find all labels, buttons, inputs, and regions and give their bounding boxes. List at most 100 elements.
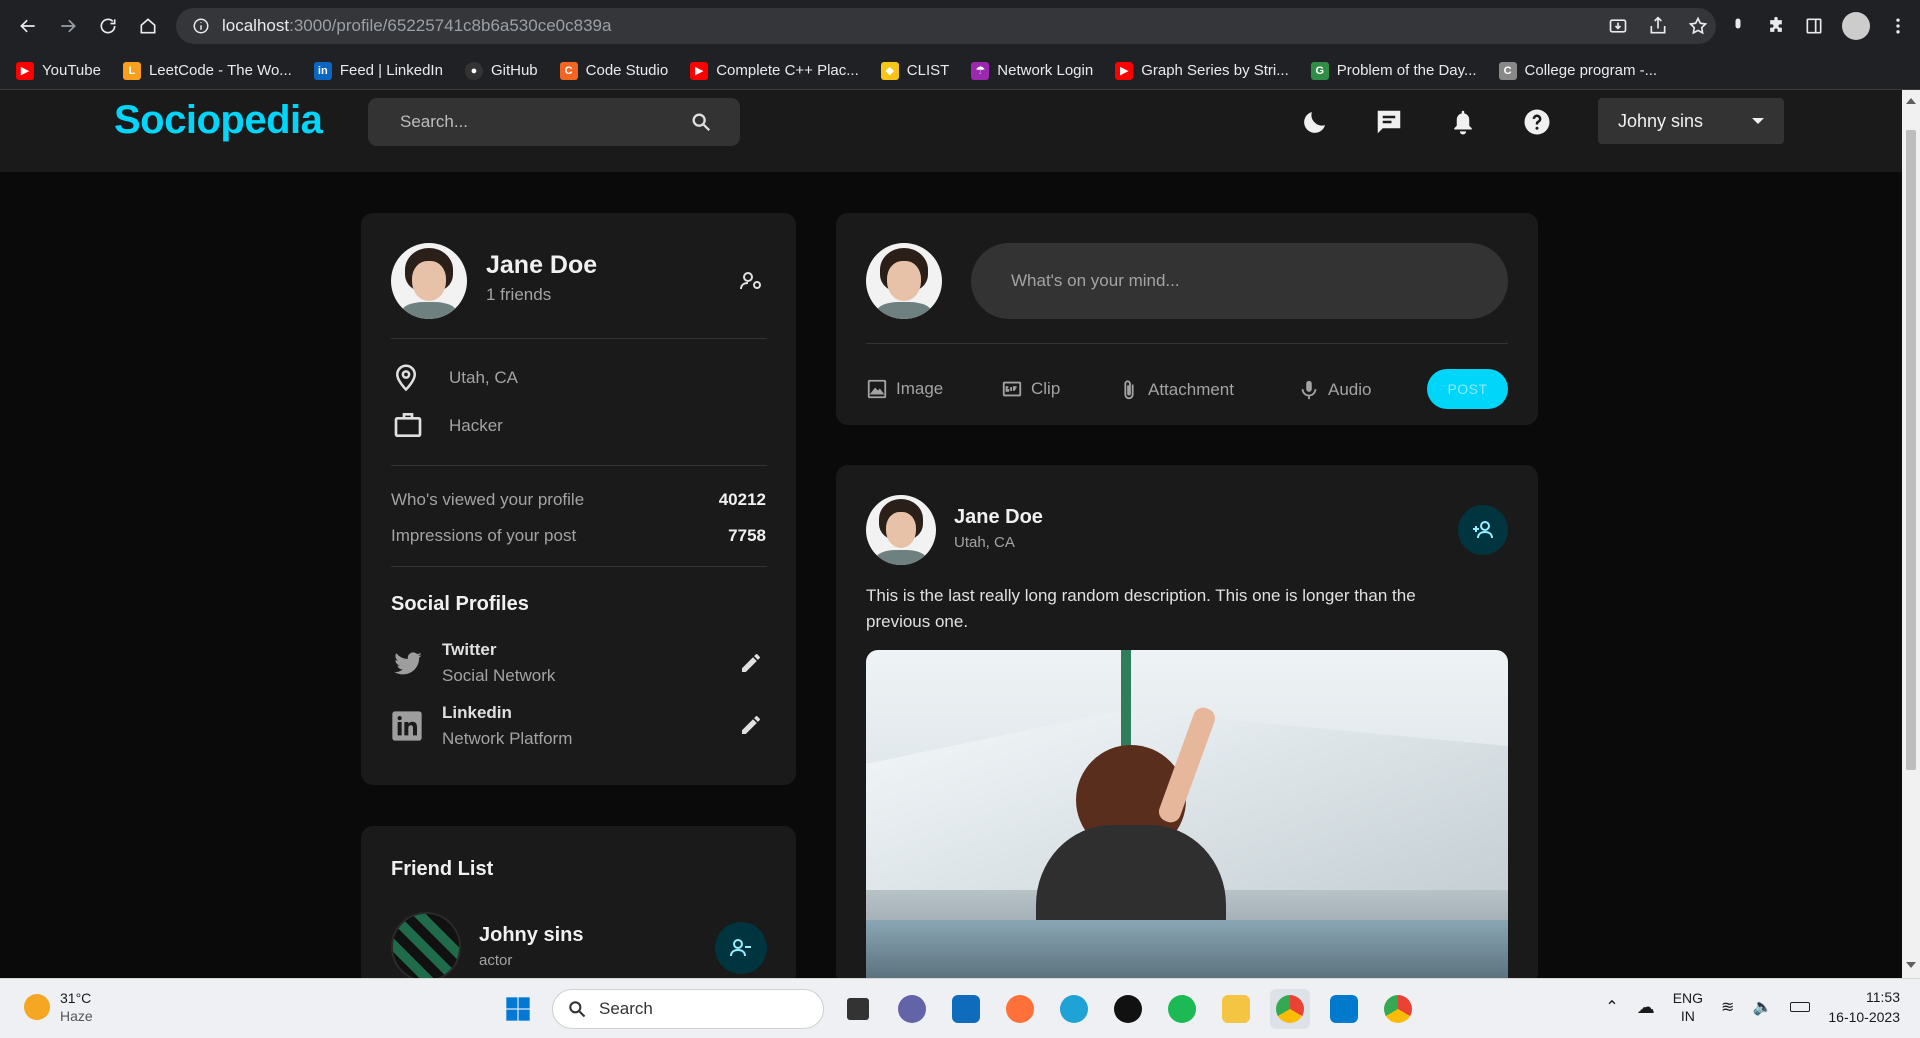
composer-avatar	[866, 243, 942, 319]
chrome-button[interactable]	[1270, 989, 1310, 1029]
attachment-action[interactable]: Attachment	[1118, 378, 1234, 402]
chrome-profile-button[interactable]	[1378, 989, 1418, 1029]
edge-icon	[1060, 995, 1088, 1023]
friend-name[interactable]: Johny sins	[479, 924, 583, 947]
post-author-name[interactable]: Jane Doe	[954, 506, 1043, 529]
bookmark-graph-series[interactable]: ▶ Graph Series by Stri...	[1115, 61, 1289, 80]
clip-action[interactable]: Clip	[1001, 378, 1060, 400]
extensions-icon[interactable]	[1766, 16, 1786, 36]
remove-friend-button[interactable]	[715, 922, 767, 974]
crowd-shape	[866, 920, 1508, 985]
url-path: :3000/profile/65225741c8b6a530ce0c839a	[289, 16, 612, 35]
weather-widget[interactable]: 31°C Haze	[24, 989, 93, 1025]
audio-action[interactable]: Audio	[1298, 378, 1371, 402]
back-icon[interactable]	[12, 10, 44, 42]
post-button[interactable]: POST	[1427, 369, 1508, 409]
firefox-button[interactable]	[1000, 989, 1040, 1029]
browser-menu-icon[interactable]	[1888, 16, 1908, 36]
manage-account-icon[interactable]	[739, 269, 763, 298]
scroll-down-arrow[interactable]	[1906, 962, 1916, 968]
bookmark-college[interactable]: C College program -...	[1498, 61, 1657, 80]
dark-mode-icon[interactable]	[1300, 107, 1330, 137]
start-button[interactable]	[498, 989, 538, 1029]
composer-input[interactable]: What's on your mind...	[971, 243, 1508, 319]
post-author-avatar[interactable]	[866, 495, 936, 565]
friend-list-card: Friend List Johny sins actor	[361, 826, 796, 986]
page-scrollbar[interactable]	[1902, 90, 1920, 978]
install-icon[interactable]	[1608, 16, 1628, 36]
clock[interactable]: 11:53 16-10-2023	[1828, 987, 1900, 1027]
post-image[interactable]	[866, 650, 1508, 985]
notifications-icon[interactable]	[1448, 107, 1478, 137]
search-icon[interactable]	[690, 111, 712, 133]
add-friend-button[interactable]	[1458, 505, 1508, 555]
chevron-up-icon[interactable]: ⌃	[1605, 997, 1618, 1017]
search-input[interactable]	[400, 112, 690, 132]
browser-profile-avatar[interactable]	[1842, 12, 1870, 40]
profile-avatar[interactable]	[391, 243, 467, 319]
share-icon[interactable]	[1648, 16, 1668, 36]
windows-icon	[506, 997, 530, 1021]
firefox-icon	[1006, 995, 1034, 1023]
bookmark-clist[interactable]: ◆ CLIST	[880, 61, 949, 80]
bookmark-leetcode[interactable]: L LeetCode - The Wo...	[122, 61, 292, 80]
wifi-icon[interactable]: ≋	[1721, 997, 1734, 1017]
extension-mic-icon[interactable]	[1728, 16, 1748, 36]
social-profiles-title: Social Profiles	[391, 593, 529, 615]
file-explorer-button[interactable]	[1216, 989, 1256, 1029]
post-description: This is the last really long random desc…	[866, 586, 1416, 631]
vscode-button[interactable]	[1324, 989, 1364, 1029]
browser-toolbar: localhost:3000/profile/65225741c8b6a530c…	[0, 0, 1920, 52]
address-bar[interactable]: localhost:3000/profile/65225741c8b6a530c…	[176, 8, 1716, 44]
bookmark-label: Code Studio	[585, 62, 669, 79]
profile-name[interactable]: Jane Doe	[486, 251, 597, 280]
friend-avatar[interactable]	[391, 912, 461, 982]
task-view-button[interactable]	[838, 989, 878, 1029]
edit-linkedin-icon[interactable]	[739, 713, 763, 742]
site-info-icon[interactable]	[192, 17, 210, 35]
image-action[interactable]: Image	[866, 378, 943, 400]
mail-icon	[952, 995, 980, 1023]
volume-icon[interactable]: 🔈	[1752, 997, 1772, 1017]
clip-action-label: Clip	[1031, 379, 1061, 398]
weather-haze-icon	[24, 994, 50, 1020]
bookmarks-bar: ▶ YouTube L LeetCode - The Wo... in Feed | …	[0, 52, 1920, 90]
mail-button[interactable]	[946, 989, 986, 1029]
message-icon[interactable]	[1374, 107, 1404, 137]
social-linkedin-name: Linkedin	[442, 703, 512, 722]
bookmark-code-studio[interactable]: C Code Studio	[559, 61, 669, 80]
app-logo[interactable]: Sociopedia	[114, 98, 323, 143]
bookmark-github[interactable]: ● GitHub	[464, 61, 538, 80]
onedrive-icon[interactable]: ☁	[1637, 997, 1655, 1018]
bookmark-cpp[interactable]: ▶ Complete C++ Plac...	[690, 61, 859, 80]
scroll-up-arrow[interactable]	[1906, 98, 1916, 104]
side-panel-icon[interactable]	[1804, 16, 1824, 36]
spotify-icon	[1168, 995, 1196, 1023]
spotify-button[interactable]	[1162, 989, 1202, 1029]
user-menu-select[interactable]: Johny sins	[1598, 98, 1784, 144]
home-icon[interactable]	[132, 10, 164, 42]
bookmark-label: Problem of the Day...	[1336, 62, 1477, 79]
reload-icon[interactable]	[92, 10, 124, 42]
bookmark-potd[interactable]: G Problem of the Day...	[1310, 61, 1477, 80]
bookmark-youtube[interactable]: ▶ YouTube	[16, 61, 101, 80]
dell-button[interactable]	[1108, 989, 1148, 1029]
friend-list-title: Friend List	[391, 858, 494, 880]
bookmark-network-login[interactable]: ☂ Network Login	[971, 61, 1093, 80]
youtube-icon: ▶	[16, 61, 34, 80]
teams-button[interactable]	[892, 989, 932, 1029]
taskbar-search[interactable]: Search	[552, 989, 824, 1029]
bookmark-star-icon[interactable]	[1688, 16, 1708, 36]
scroll-thumb[interactable]	[1906, 130, 1916, 770]
image-icon	[867, 379, 887, 399]
teams-icon	[898, 995, 926, 1023]
help-icon[interactable]	[1522, 107, 1552, 137]
forward-icon[interactable]	[52, 10, 84, 42]
edit-twitter-icon[interactable]	[739, 651, 763, 680]
battery-icon[interactable]	[1790, 1002, 1811, 1012]
bookmark-label: YouTube	[42, 62, 101, 79]
edge-button[interactable]	[1054, 989, 1094, 1029]
language-indicator[interactable]: ENG IN	[1673, 989, 1703, 1025]
bookmark-linkedin[interactable]: in Feed | LinkedIn	[313, 61, 443, 80]
work-icon	[391, 409, 425, 446]
